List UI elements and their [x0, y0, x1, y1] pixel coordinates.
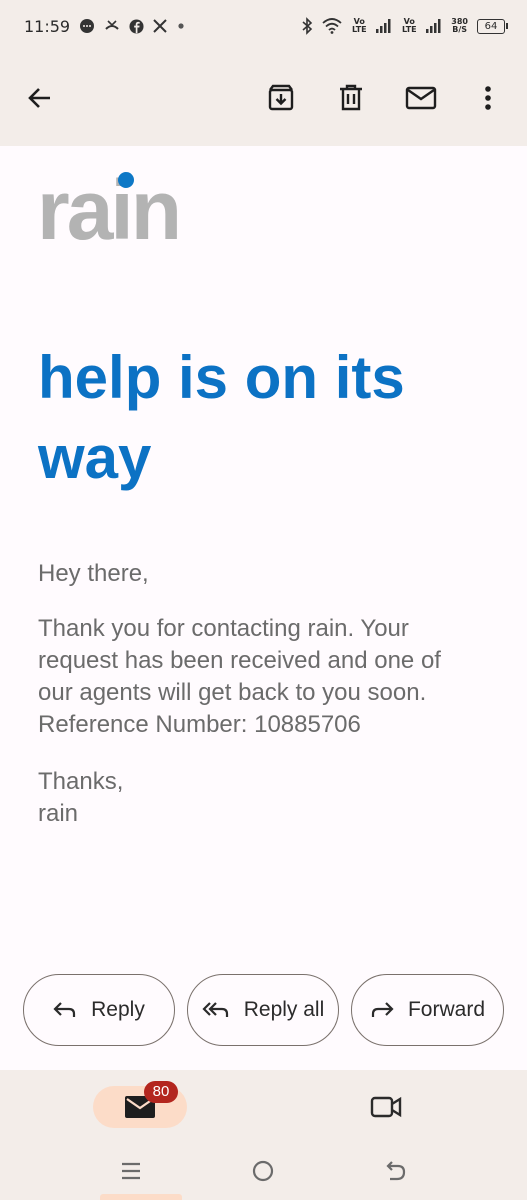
mark-unread-button[interactable] [403, 80, 439, 116]
reply-all-button[interactable]: Reply all [187, 974, 339, 1046]
email-headline: help is on its way [38, 344, 405, 491]
status-bar: 11:59 Vo LTE Vo LTE 380 B/S 64 [0, 0, 527, 52]
net-speed: 380 B/S [451, 18, 468, 34]
volte-label-2: Vo LTE [401, 17, 417, 34]
forward-icon [371, 1002, 394, 1017]
meet-tab[interactable] [366, 1090, 406, 1124]
reply-all-icon [202, 1002, 228, 1017]
reply-button[interactable]: Reply [23, 974, 175, 1046]
reference-number-line: Reference Number: 10885706 [38, 711, 361, 738]
notification-dot-icon [176, 21, 186, 31]
email-body [0, 146, 527, 1070]
archive-icon [268, 84, 294, 111]
message-line: request has been received and one of [38, 647, 441, 674]
clock: 11:59 [24, 16, 71, 36]
battery-icon: 64 [477, 18, 508, 34]
recents-icon [122, 1162, 140, 1180]
delete-icon [340, 84, 362, 111]
archive-button[interactable] [263, 80, 299, 116]
volte-label-1: Vo LTE [351, 17, 367, 34]
signoff: Thanks, rain [38, 766, 490, 830]
signal-icon [376, 19, 392, 33]
home-indicator [100, 1194, 182, 1200]
reply-all-label: Reply all [243, 998, 325, 1021]
bluetooth-icon [301, 17, 313, 35]
status-bar-left: 11:59 [24, 17, 186, 36]
app-bar [0, 52, 527, 146]
wifi-icon [322, 18, 342, 34]
delete-button[interactable] [333, 80, 369, 116]
home-button[interactable] [248, 1156, 278, 1186]
more-vert-icon [485, 86, 491, 110]
facebook-icon [129, 18, 144, 34]
message-body: Thank you for contacting rain. Your requ… [38, 613, 490, 741]
more-options-button[interactable] [470, 80, 506, 116]
signoff-thanks: Thanks, [38, 768, 124, 795]
reply-label: Reply [91, 998, 145, 1021]
recents-button[interactable] [116, 1156, 146, 1186]
rain-logo: rain [37, 163, 182, 257]
reply-icon [53, 1002, 76, 1017]
logo-dot [118, 172, 134, 188]
video-icon [370, 1096, 402, 1118]
forward-button[interactable]: Forward [351, 974, 504, 1046]
unread-count-badge: 80 [144, 1081, 178, 1103]
home-icon [252, 1160, 274, 1182]
message-line: our agents will get back to you soon. [38, 679, 427, 706]
forward-label: Forward [407, 998, 486, 1021]
x-logo-icon [153, 19, 167, 33]
back-button[interactable] [22, 80, 58, 116]
signal-icon [426, 19, 442, 33]
mark-unread-icon [405, 86, 437, 110]
status-bar-right: Vo LTE Vo LTE 380 B/S 64 [301, 17, 508, 35]
back-arrow-icon [28, 88, 50, 108]
back-icon [386, 1161, 406, 1181]
missed-call-icon [104, 18, 120, 34]
system-back-button[interactable] [381, 1156, 411, 1186]
message-line: Thank you for contacting rain. Your [38, 615, 409, 642]
signoff-name: rain [38, 800, 79, 827]
net-speed-unit: B/S [452, 25, 468, 34]
greeting: Hey there, [38, 560, 149, 587]
chat-icon [79, 18, 95, 34]
